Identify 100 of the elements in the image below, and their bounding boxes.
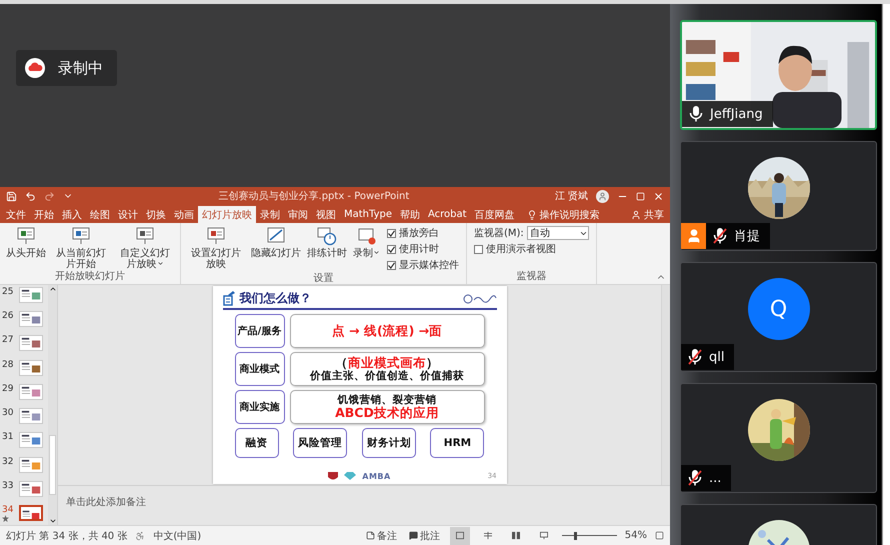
group-label: 开始放映幻灯片 — [55, 271, 125, 284]
ribbon-button[interactable]: 设置幻灯片放映 — [185, 225, 247, 271]
ribbon-tab[interactable]: 幻灯片放映 — [198, 206, 256, 223]
ribbon-button[interactable]: 从头开始 — [4, 225, 48, 260]
group-label: 监视器 — [516, 271, 546, 284]
slideshow-icon — [71, 226, 91, 246]
scroll-up-icon[interactable] — [48, 285, 56, 293]
slide-thumbnail[interactable] — [19, 335, 43, 352]
topic-box: HRM — [430, 428, 484, 458]
note-icon — [366, 531, 375, 540]
comments-button[interactable]: 批注 — [406, 528, 442, 542]
slide-thumbnail[interactable] — [19, 408, 43, 424]
slide-number: 30 — [2, 408, 14, 418]
slider-thumb[interactable] — [574, 532, 577, 540]
save-icon[interactable] — [6, 190, 17, 202]
lightbulb-icon — [526, 210, 537, 220]
slide-thumbnail[interactable] — [19, 456, 43, 473]
checkbox-option[interactable]: 播放旁白 — [387, 226, 459, 240]
notepad-icon — [222, 291, 236, 306]
cloud-icon — [24, 57, 46, 79]
ribbon-button[interactable]: 隐藏幻灯片 — [249, 225, 303, 260]
topic-box: 财务计划 — [362, 428, 416, 458]
slide-thumbnail[interactable] — [19, 287, 43, 303]
maximize-icon[interactable] — [636, 192, 645, 200]
ribbon-tab[interactable]: 动画 — [170, 206, 198, 223]
seal-logo-icon — [462, 294, 496, 304]
scrollbar[interactable] — [48, 285, 57, 525]
ribbon-tab[interactable]: 录制 — [256, 206, 284, 223]
scrollbar[interactable] — [661, 285, 670, 485]
slide-thumbnail[interactable] — [19, 360, 43, 376]
ribbon-tab[interactable]: 文件 — [2, 206, 30, 223]
participant-name: JeffJiang — [710, 106, 763, 122]
zoom-level: 54% — [624, 530, 647, 541]
slide-counter: 幻灯片 第 34 张，共 40 张 — [6, 530, 128, 542]
check-icon — [388, 230, 395, 236]
content-text: 点 → 线(流程) →面 — [332, 324, 442, 338]
slide-thumbnail[interactable] — [19, 311, 43, 328]
slide-thumbnail[interactable] — [19, 432, 43, 448]
ribbon-tab[interactable]: 开始 — [30, 206, 58, 223]
ribbon-tab[interactable]: 设计 — [114, 206, 142, 223]
check-icon — [388, 262, 395, 268]
ribbon-tab[interactable]: 审阅 — [284, 206, 312, 223]
undo-icon[interactable] — [25, 190, 36, 202]
participant-name: qll — [709, 350, 724, 364]
content-text: 饥饿营销、裂变营销 — [338, 394, 436, 406]
caret-icon — [156, 260, 164, 267]
content-text: （商业模式画布） — [335, 356, 439, 370]
topic-box: 融资 — [234, 428, 278, 458]
content-text: ABCD技术的应用 — [335, 406, 439, 420]
view-button[interactable] — [450, 526, 470, 544]
ribbon-tab[interactable]: 插入 — [58, 206, 86, 223]
slide-number: 25 — [2, 287, 14, 297]
slide-number: 29 — [2, 384, 14, 394]
topic-box: 风险管理 — [293, 428, 348, 458]
checkbox-option[interactable]: 显示媒体控件 — [387, 258, 459, 272]
checkbox-option[interactable]: 使用演示者视图 — [474, 242, 589, 256]
view-icon — [540, 531, 548, 540]
zoom-slider[interactable] — [562, 532, 617, 540]
category-label: 产品/服务 — [234, 314, 284, 348]
share-button[interactable]: 共享 — [629, 206, 666, 223]
close-icon[interactable] — [653, 190, 664, 202]
ribbon-tab[interactable]: 视图 — [312, 206, 340, 223]
accessibility-icon[interactable] — [135, 530, 146, 540]
field-label: 监视器(M): — [474, 226, 524, 240]
notes-button[interactable]: 备注 — [364, 528, 399, 542]
slide-number: 31 — [2, 432, 14, 442]
redo-icon[interactable] — [44, 190, 55, 202]
ribbon-tab[interactable]: Acrobat — [424, 206, 471, 223]
ribbon-tab[interactable]: MathType — [340, 206, 396, 223]
slide-number: 33 — [2, 480, 14, 491]
user-name: 江 贤斌 — [554, 190, 588, 203]
group-label: 设置 — [314, 273, 334, 285]
tell-me-search[interactable]: 操作说明搜索 — [524, 206, 602, 223]
account-avatar[interactable] — [596, 190, 609, 202]
fit-window-icon[interactable] — [655, 531, 664, 540]
slide-thumbnail[interactable] — [19, 480, 43, 497]
slideshow-icon — [135, 226, 155, 246]
ribbon-button[interactable]: 录制 — [351, 225, 382, 260]
scroll-thumb[interactable] — [49, 435, 56, 495]
ribbon-tab[interactable]: 切换 — [142, 206, 170, 223]
person-icon — [631, 210, 641, 220]
participant-name: 肖提 — [734, 228, 760, 245]
language-label: 中文(中国) — [153, 530, 202, 542]
ribbon-tab[interactable]: 百度网盘 — [470, 206, 519, 223]
view-icon — [484, 531, 492, 540]
slide-number: 26 — [2, 311, 14, 322]
ribbon-button[interactable]: 排练计时 — [305, 225, 349, 260]
avatar-initial: Q — [748, 278, 810, 340]
check-icon — [388, 246, 395, 252]
slide-number: 28 — [2, 360, 14, 370]
slide-thumbnail[interactable] — [19, 504, 43, 521]
checkbox-option[interactable]: 使用计时 — [387, 242, 459, 256]
ribbon-tab[interactable]: 绘图 — [86, 206, 114, 223]
ribbon-button[interactable]: 自定义幻灯片放映 — [114, 225, 176, 271]
ribbon-tab[interactable]: 帮助 — [396, 206, 424, 223]
ribbon-button[interactable]: 从当前幻灯片开始 — [50, 225, 112, 271]
slide-thumbnail[interactable] — [19, 384, 43, 400]
monitor-select[interactable]: 自动 — [526, 226, 589, 240]
scroll-down-icon[interactable] — [48, 517, 56, 525]
recording-label: 录制中 — [58, 58, 103, 78]
